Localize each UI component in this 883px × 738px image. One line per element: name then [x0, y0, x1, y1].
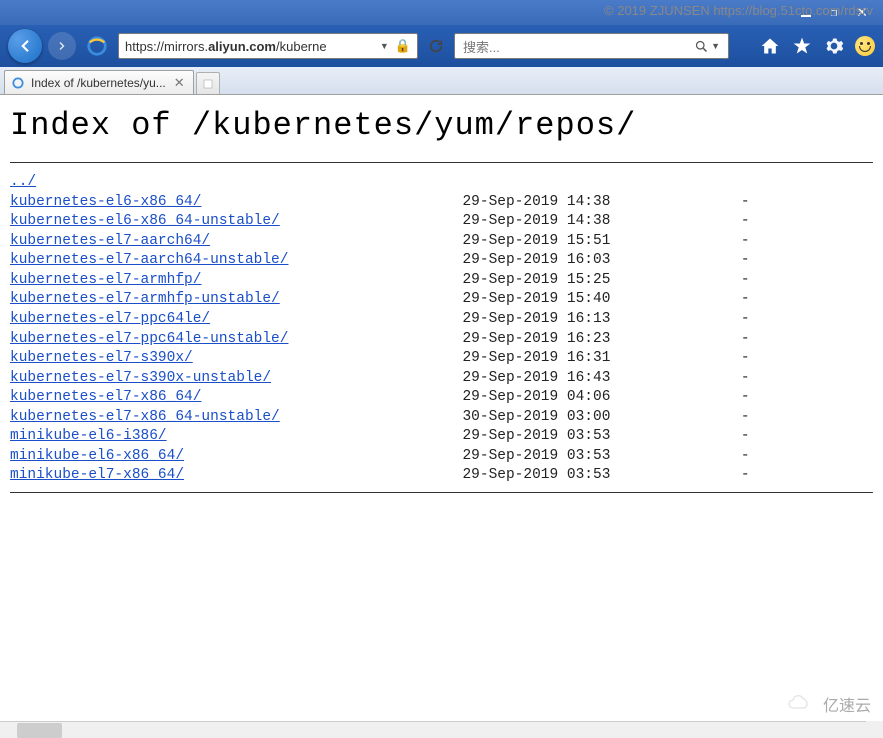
blank-tab-icon: [202, 78, 214, 90]
ie-logo-icon: [11, 76, 25, 90]
dir-link[interactable]: kubernetes-el7-aarch64/: [10, 233, 210, 249]
dir-link[interactable]: kubernetes-el7-s390x/: [10, 350, 193, 366]
dir-link[interactable]: kubernetes-el7-armhfp-unstable/: [10, 291, 280, 307]
dir-link[interactable]: kubernetes-el7-x86_64-unstable/: [10, 409, 280, 425]
arrow-left-icon: [16, 37, 34, 55]
feedback-button[interactable]: [855, 36, 875, 56]
settings-button[interactable]: [823, 35, 845, 57]
new-tab-button[interactable]: [196, 72, 220, 94]
directory-listing: ../ kubernetes-el6-x86_64/ 29-Sep-2019 1…: [10, 173, 873, 486]
dir-link[interactable]: kubernetes-el7-armhfp/: [10, 272, 201, 288]
scrollbar-corner: [866, 721, 883, 738]
forward-button[interactable]: [48, 32, 76, 60]
dir-link[interactable]: minikube-el6-x86_64/: [10, 448, 184, 464]
gear-icon: [824, 36, 844, 56]
dir-link[interactable]: kubernetes-el6-x86_64-unstable/: [10, 213, 280, 229]
refresh-icon: [428, 38, 444, 54]
back-button[interactable]: [8, 29, 42, 63]
search-placeholder: 搜索...: [463, 37, 690, 56]
favorites-button[interactable]: [791, 35, 813, 57]
dir-link[interactable]: kubernetes-el7-s390x-unstable/: [10, 370, 271, 386]
ie-logo-icon: [86, 35, 108, 57]
home-button[interactable]: [759, 35, 781, 57]
horizontal-scrollbar[interactable]: [0, 721, 866, 738]
watermark-top: © 2019 ZJUNSEN https://blog.51cto.com/rd…: [604, 3, 873, 18]
dir-link[interactable]: minikube-el6-i386/: [10, 428, 167, 444]
address-bar[interactable]: https://mirrors.aliyun.com/kuberne ▼ 🔒: [118, 33, 418, 59]
search-button[interactable]: ▼: [690, 39, 724, 54]
search-bar[interactable]: 搜索... ▼: [454, 33, 729, 59]
cloud-icon: [785, 694, 817, 714]
scrollbar-thumb[interactable]: [17, 723, 62, 738]
home-icon: [760, 36, 780, 56]
dir-link[interactable]: kubernetes-el6-x86_64/: [10, 194, 201, 210]
star-icon: [792, 36, 812, 56]
lock-icon[interactable]: 🔒: [395, 38, 411, 54]
parent-dir-link[interactable]: ../: [10, 174, 36, 190]
dir-link[interactable]: kubernetes-el7-aarch64-unstable/: [10, 252, 288, 268]
browser-tab[interactable]: Index of /kubernetes/yu... ✕: [4, 70, 194, 94]
tab-bar: Index of /kubernetes/yu... ✕: [0, 67, 883, 95]
watermark-bottom: 亿速云: [785, 692, 871, 716]
dir-link[interactable]: kubernetes-el7-x86_64/: [10, 389, 201, 405]
chevron-down-icon[interactable]: ▼: [380, 41, 389, 51]
chevron-down-icon: ▼: [711, 41, 720, 51]
dir-link[interactable]: kubernetes-el7-ppc64le-unstable/: [10, 331, 288, 347]
divider: [10, 492, 873, 493]
dir-link[interactable]: kubernetes-el7-ppc64le/: [10, 311, 210, 327]
arrow-right-icon: [56, 40, 68, 52]
refresh-button[interactable]: [424, 34, 448, 58]
browser-navbar: https://mirrors.aliyun.com/kuberne ▼ 🔒 搜…: [0, 25, 883, 67]
search-icon: [694, 39, 709, 54]
url-text: https://mirrors.aliyun.com/kuberne: [125, 39, 374, 54]
close-tab-button[interactable]: ✕: [172, 75, 187, 91]
tab-title: Index of /kubernetes/yu...: [31, 76, 166, 90]
page-content: Index of /kubernetes/yum/repos/ ../ kube…: [0, 95, 883, 721]
dir-link[interactable]: minikube-el7-x86_64/: [10, 467, 184, 483]
page-title: Index of /kubernetes/yum/repos/: [10, 107, 873, 144]
divider: [10, 162, 873, 163]
